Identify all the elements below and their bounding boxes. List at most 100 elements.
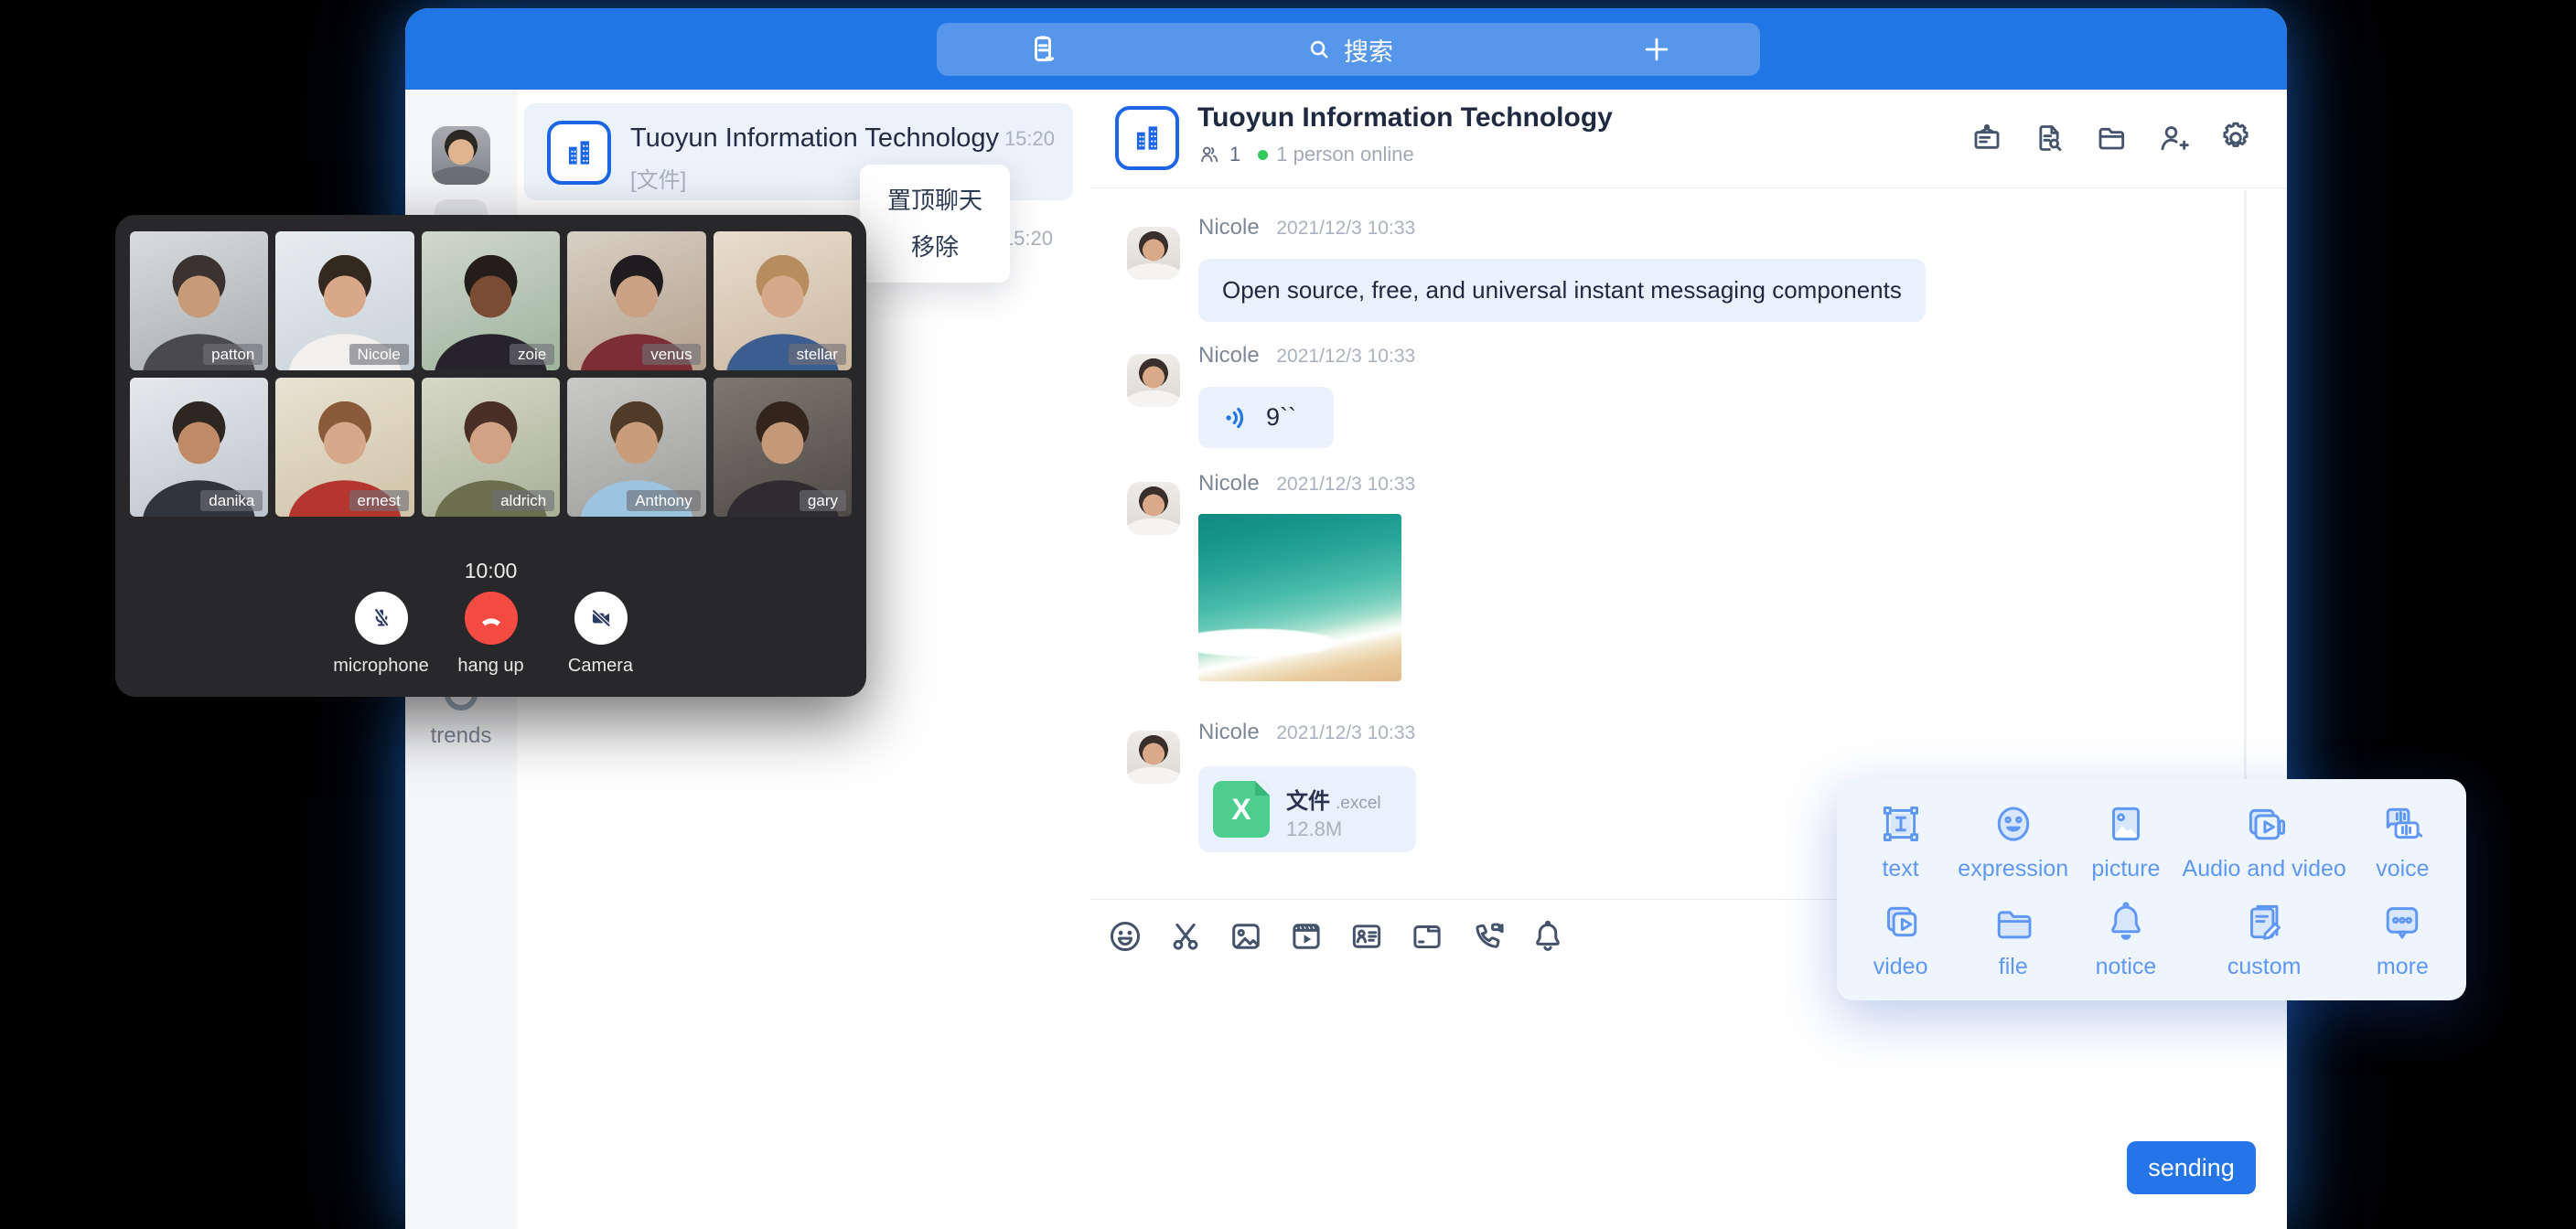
video-tile[interactable]: zoie [422,231,560,370]
voice-message-bubble[interactable]: 9`` [1198,387,1334,448]
participant-name: danika [200,490,263,511]
file-ext: .excel [1336,794,1381,813]
folder-icon[interactable] [2093,120,2130,156]
chat-subtitle: 1 1 person online [1197,143,1414,166]
notice-bell-icon [2101,897,2151,946]
avatar[interactable] [1127,731,1180,784]
message-time: 2021/12/3 10:33 [1276,722,1415,743]
video-tile[interactable]: danika [130,378,268,517]
online-dot [1258,150,1268,160]
custom-icon [2239,897,2289,946]
settings-icon[interactable] [2217,120,2254,156]
video-tile[interactable]: gary [714,378,852,517]
emoji-icon[interactable] [1106,917,1144,956]
search-icon [1304,34,1335,65]
panel-item-audio-video[interactable]: Audio and video [2183,792,2346,890]
menu-item-pin-chat[interactable]: 置顶聊天 [860,188,1010,212]
avatar[interactable] [1127,354,1180,407]
panel-item-video[interactable]: video [1844,890,1957,988]
video-call-icon[interactable] [1468,917,1507,956]
participant-name: zoie [510,344,554,365]
search-bar[interactable]: 搜索 [937,23,1760,76]
panel-item-text[interactable]: text [1844,792,1957,890]
hang-up-button[interactable]: hang up [436,592,546,677]
video-tile[interactable]: venus [567,231,705,370]
add-member-icon[interactable] [2155,120,2192,156]
message-time: 2021/12/3 10:33 [1276,218,1415,239]
members-icon [1197,143,1221,166]
participant-name: aldrich [492,490,554,511]
search-history-icon[interactable] [2031,120,2067,156]
panel-item-more[interactable]: more [2346,890,2459,988]
search-label[interactable]: 搜索 [1344,32,1393,68]
group-avatar [547,121,611,185]
microphone-label: microphone [333,656,429,677]
composer-toolbar [1106,917,1567,956]
conversation-title: Tuoyun Information Technology [630,123,999,154]
participant-name: patton [203,344,263,365]
panel-item-custom[interactable]: custom [2183,890,2346,988]
message-type-panel: text expression picture [1837,779,2466,1000]
building-icon [1130,121,1165,155]
picture-icon [2101,799,2151,849]
chat-title: Tuoyun Information Technology [1197,102,1613,134]
camera-label: Camera [568,656,633,677]
video-tile[interactable]: ernest [275,378,413,517]
chat-panel: Tuoyun Information Technology 1 1 person… [1089,90,2287,1229]
context-menu: 置顶聊天 移除 [860,165,1010,283]
microphone-button[interactable]: microphone [327,592,436,677]
file-size: 12.8M [1286,818,1342,841]
participant-name: Nicole [349,344,409,365]
picture-icon[interactable] [1227,917,1265,956]
message-time: 2021/12/3 10:33 [1276,474,1415,495]
menu-item-remove[interactable]: 移除 [860,235,1010,259]
microphone-muted-icon [367,604,396,633]
file-folder-icon [1989,897,2038,946]
user-avatar[interactable] [432,126,490,185]
send-button[interactable]: sending [2127,1141,2256,1194]
contact-card-icon[interactable] [1347,917,1386,956]
online-status: 1 person online [1276,143,1413,166]
sender-name[interactable]: Nicole [1198,471,1260,496]
avatar[interactable] [1127,227,1180,280]
video-tile[interactable]: Nicole [275,231,413,370]
panel-item-picture[interactable]: picture [2069,792,2182,890]
panel-item-voice[interactable]: voice [2346,792,2459,890]
sender-name[interactable]: Nicole [1198,215,1260,240]
panel-item-notice[interactable]: notice [2069,890,2182,988]
avatar[interactable] [1127,482,1180,535]
app-header: 搜索 [405,8,2287,90]
video-icon[interactable] [1287,917,1326,956]
video-tile[interactable]: Anthony [567,378,705,517]
video-tile[interactable]: stellar [714,231,852,370]
group-avatar [1115,106,1179,170]
voice-duration: 9`` [1266,403,1296,432]
camera-button[interactable]: Camera [546,592,656,677]
conversation-preview: [文件] [630,162,686,194]
file-icon[interactable] [1408,917,1446,956]
screenshot-icon[interactable] [1166,917,1205,956]
voice-icon [2377,799,2427,849]
file-message-bubble[interactable]: X 文件.excel 12.8M [1198,766,1416,852]
video-tile[interactable]: patton [130,231,268,370]
video-tile[interactable]: aldrich [422,378,560,517]
hang-up-icon [476,603,507,634]
conversation-time: 15:20 [1003,227,1053,251]
sender-name[interactable]: Nicole [1198,343,1260,368]
participant-name: gary [800,490,846,511]
video-icon [1876,897,1926,946]
text-message-bubble[interactable]: Open source, free, and universal instant… [1198,259,1926,322]
image-message[interactable] [1198,514,1401,681]
conversation-time: 15:20 [1004,127,1055,151]
message-time: 2021/12/3 10:33 [1276,346,1415,367]
panel-item-file[interactable]: file [1957,890,2069,988]
plus-icon[interactable] [1639,32,1674,71]
sender-name[interactable]: Nicole [1198,720,1260,744]
meeting-clipboard-icon[interactable] [1025,31,1061,72]
hang-up-label: hang up [457,656,523,677]
notice-icon[interactable] [1529,917,1567,956]
chat-header: Tuoyun Information Technology 1 1 person… [1089,90,2287,188]
video-grid: patton Nicole zoie venus stellar danika … [130,231,852,517]
panel-item-expression[interactable]: expression [1957,792,2069,890]
board-icon[interactable] [1969,120,2005,156]
